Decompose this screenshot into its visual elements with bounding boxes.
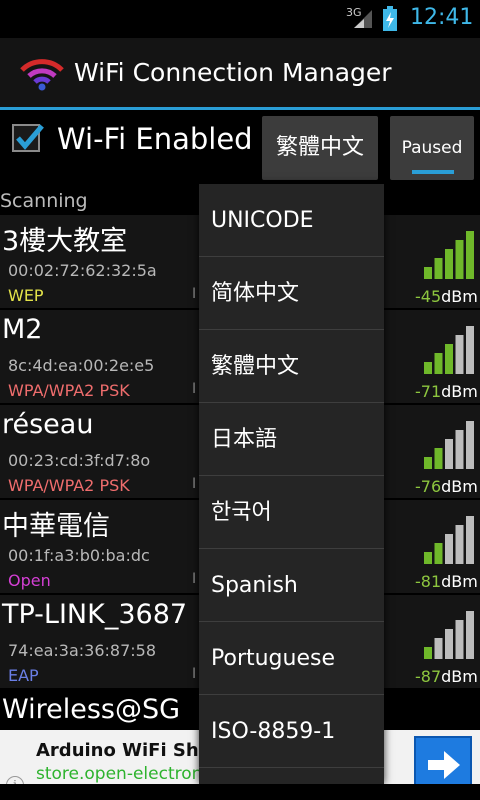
dropdown-option[interactable]: 繁體中文: [199, 330, 384, 403]
security-label: WPA/WPA2 PSK: [8, 476, 130, 495]
network-extra: I: [192, 571, 197, 587]
language-button[interactable]: 繁體中文: [262, 116, 378, 180]
signal-bar: [466, 231, 474, 279]
network-extra: I: [192, 666, 197, 682]
wifi-enabled-checkbox[interactable]: [12, 124, 44, 152]
network-mac: 8c:4d:ea:00:2e:e5: [8, 356, 155, 375]
signal-dbm: -71dBm: [415, 382, 478, 401]
dropdown-option[interactable]: UNICODE: [199, 184, 384, 257]
network-extra: I: [192, 381, 197, 397]
signal-bar: [424, 362, 432, 374]
signal-strength-icon: [424, 421, 474, 469]
signal-strength-icon: [424, 326, 474, 374]
dbm-unit: dBm: [441, 572, 478, 591]
network-ssid: 中華電信: [2, 511, 110, 542]
dbm-unit: dBm: [441, 477, 478, 496]
signal-bar: [445, 439, 453, 469]
signal-bar: [445, 249, 453, 279]
signal-bar: [434, 258, 443, 279]
signal-bar: [466, 516, 474, 564]
dbm-unit: dBm: [441, 382, 478, 401]
dropdown-option[interactable]: 简体中文: [199, 257, 384, 330]
signal-dbm: -76dBm: [415, 477, 478, 496]
dbm-value: -87: [415, 667, 442, 686]
signal-bar: [455, 620, 464, 659]
security-label: Open: [8, 571, 51, 590]
signal-bar: [455, 240, 464, 279]
signal-bar: [424, 267, 432, 279]
dropdown-option[interactable]: 日本語: [199, 403, 384, 476]
signal-bar: [445, 344, 453, 374]
wifi-logo-icon: [20, 59, 64, 91]
network-ssid: M2: [2, 314, 43, 345]
signal-bar: [424, 457, 432, 469]
dbm-unit: dBm: [441, 287, 478, 306]
signal-bar: [466, 611, 474, 659]
network-mac: 00:1f:a3:b0:ba:dc: [8, 546, 150, 565]
clock: 12:41: [410, 5, 474, 30]
dropdown-option[interactable]: Spanish: [199, 549, 384, 622]
network-extra: I: [192, 476, 197, 492]
network-mac: 00:23:cd:3f:d7:8o: [8, 451, 151, 470]
network-ssid: TP-LINK_3687: [2, 599, 188, 630]
signal-bar: [434, 543, 443, 564]
signal-dbm: -81dBm: [415, 572, 478, 591]
dbm-value: -45: [415, 287, 442, 306]
paused-label: Paused: [401, 138, 463, 158]
network-ssid: 3樓大教室: [2, 226, 128, 257]
toggle-indicator: [412, 170, 454, 174]
signal-bar: [445, 534, 453, 564]
network-mac: 00:02:72:62:32:5a: [8, 261, 157, 280]
signal-bar: [466, 421, 474, 469]
network-ssid: réseau: [2, 409, 94, 440]
signal-strength-icon: [424, 516, 474, 564]
wifi-enabled-label[interactable]: Wi-Fi Enabled: [57, 122, 253, 156]
signal-bar: [424, 552, 432, 564]
signal-bar: [424, 647, 432, 659]
signal-bar: [455, 525, 464, 564]
dbm-value: -81: [415, 572, 442, 591]
signal-dbm: -45dBm: [415, 287, 478, 306]
network-ssid: Wireless@SG: [2, 694, 181, 725]
dbm-value: -76: [415, 477, 442, 496]
checkmark-icon: [16, 124, 44, 150]
dropdown-option[interactable]: Portuguese: [199, 622, 384, 695]
security-label: EAP: [8, 666, 39, 685]
cell-signal-icon: [354, 10, 372, 28]
app-title: WiFi Connection Manager: [74, 58, 392, 87]
signal-bar: [455, 430, 464, 469]
nav-bar: [0, 784, 480, 800]
signal-bar: [434, 638, 443, 659]
paused-toggle-button[interactable]: Paused: [390, 116, 474, 180]
language-dropdown: UNICODE 简体中文 繁體中文 日本語 한국어 Spanish Portuguese IS…: [199, 184, 384, 784]
security-label: WEP: [8, 286, 44, 305]
dropdown-option[interactable]: 한국어: [199, 476, 384, 549]
network-mac: 74:ea:3a:36:87:58: [8, 641, 157, 660]
signal-bar: [434, 353, 443, 374]
signal-bar: [466, 326, 474, 374]
status-bar: 3G 12:41: [0, 0, 480, 38]
dropdown-option[interactable]: ISO-8859-1: [199, 695, 384, 768]
signal-strength-icon: [424, 231, 474, 279]
dbm-value: -71: [415, 382, 442, 401]
dbm-unit: dBm: [441, 667, 478, 686]
network-extra: I: [192, 286, 197, 302]
signal-dbm: -87dBm: [415, 667, 478, 686]
control-row: Wi-Fi Enabled 繁體中文 Paused: [0, 110, 480, 190]
signal-bar: [445, 629, 453, 659]
signal-bar: [455, 335, 464, 374]
action-bar: WiFi Connection Manager: [0, 38, 480, 110]
signal-strength-icon: [424, 611, 474, 659]
signal-bar: [434, 448, 443, 469]
scanning-label: Scanning: [0, 190, 88, 212]
security-label: WPA/WPA2 PSK: [8, 381, 130, 400]
battery-charging-icon: [383, 6, 397, 31]
